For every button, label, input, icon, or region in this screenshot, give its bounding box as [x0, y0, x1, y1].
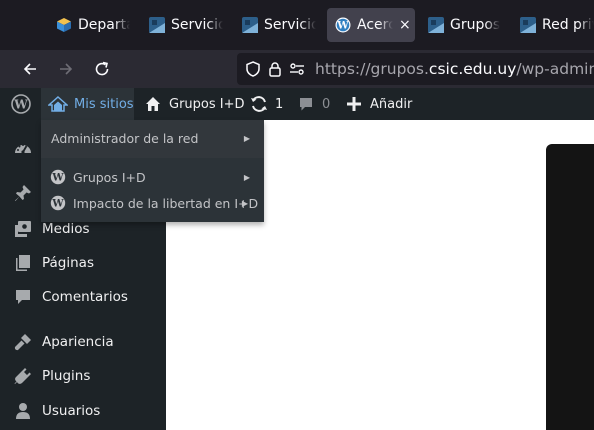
- updates-count: 1: [275, 96, 284, 112]
- servicio-favicon: [149, 17, 165, 33]
- tab-title: Acerc: [357, 17, 393, 33]
- my-sites-icon: [48, 96, 68, 112]
- tab-title: Grupos: [450, 17, 501, 33]
- back-arrow-icon: [23, 63, 36, 75]
- url-domain: csic.edu.uy: [428, 60, 517, 78]
- tab-title: Red priv: [542, 17, 594, 33]
- plugins-icon: [13, 366, 33, 386]
- site-item-label: Grupos I+D: [73, 169, 146, 185]
- home-icon: [146, 97, 160, 111]
- site-name-menu[interactable]: Grupos I+D: [145, 88, 245, 120]
- wp-logo-menu[interactable]: W: [0, 88, 41, 120]
- appearance-icon: [13, 332, 33, 352]
- browser-tab-strip: Departa Servicio Servicio W Acerc × Grup…: [0, 0, 594, 50]
- browser-tab-departamento[interactable]: Departa: [56, 8, 130, 42]
- browser-tab-acerca-active[interactable]: W Acerc ×: [327, 8, 415, 42]
- svg-text:W: W: [51, 199, 64, 210]
- menu-label: Comentarios: [42, 289, 128, 305]
- svg-text:W: W: [51, 173, 64, 184]
- departamento-favicon: [57, 18, 71, 32]
- site-item-label: Impacto de la libertad en I+D: [73, 195, 259, 211]
- media-icon: [13, 219, 33, 239]
- svg-text:W: W: [13, 97, 28, 111]
- menu-item-appearance[interactable]: Apariencia: [0, 325, 166, 359]
- comment-bubble-icon: [300, 98, 312, 111]
- network-admin-item[interactable]: Administrador de la red ▶: [41, 120, 264, 158]
- my-sites-label: Mis sitios: [74, 96, 134, 112]
- forward-button[interactable]: [52, 55, 80, 83]
- tab-title: Servicio: [264, 17, 316, 33]
- tab-title: Departa: [78, 17, 130, 33]
- comments-count: 0: [322, 96, 331, 112]
- lock-icon[interactable]: [267, 60, 283, 78]
- browser-tab-servicio-1[interactable]: Servicio: [149, 8, 223, 42]
- browser-tab-grupos[interactable]: Grupos: [428, 8, 502, 42]
- network-admin-label: Administrador de la red: [51, 131, 199, 146]
- reload-icon: [95, 61, 109, 76]
- servicio-favicon: [242, 17, 258, 33]
- svg-text:W: W: [336, 21, 349, 32]
- browser-tab-red[interactable]: Red priv: [520, 8, 594, 42]
- menu-item-users[interactable]: Usuarios: [0, 394, 166, 428]
- users-icon: [13, 401, 33, 421]
- pin-icon: [13, 183, 33, 203]
- menu-label: Medios: [42, 221, 90, 237]
- back-button[interactable]: [16, 55, 44, 83]
- menu-label: Páginas: [42, 255, 94, 271]
- menu-label: Usuarios: [42, 403, 101, 419]
- menu-item-pages[interactable]: Páginas: [0, 246, 166, 280]
- tab-title: Servicio: [171, 17, 223, 33]
- plus-icon: [347, 97, 361, 111]
- my-sites-dropdown: Administrador de la red ▶ W Grupos I+D ▶…: [41, 120, 264, 222]
- site-item-impacto[interactable]: W Impacto de la libertad en I+D ▶: [41, 191, 264, 215]
- updates-icon: [251, 96, 267, 112]
- url-bar[interactable]: https://grupos.csic.edu.uy/wp-admin/al: [237, 53, 594, 85]
- menu-label: Apariencia: [42, 334, 114, 350]
- comments-menu[interactable]: 0: [298, 88, 330, 120]
- submenu-arrow-icon: ▶: [243, 134, 250, 143]
- updates-menu[interactable]: 1: [250, 88, 283, 120]
- menu-label: Plugins: [42, 368, 91, 384]
- url-prefix: https://grupos.: [315, 60, 429, 78]
- pages-icon: [13, 253, 33, 273]
- wp-admin-bar: W Mis sitios Grupos I+D 1 0 Añadir: [0, 88, 594, 120]
- close-tab-icon[interactable]: ×: [399, 17, 411, 33]
- site-name-label: Grupos I+D: [169, 96, 245, 112]
- grupos-favicon: [428, 17, 444, 33]
- add-new-label: Añadir: [370, 96, 413, 112]
- reload-button[interactable]: [88, 55, 116, 83]
- tracking-protection-shield-icon[interactable]: [245, 60, 261, 78]
- permissions-icon[interactable]: [289, 60, 305, 78]
- wordpress-icon: W: [335, 17, 351, 33]
- add-new-menu[interactable]: Añadir: [347, 88, 412, 120]
- url-text: https://grupos.csic.edu.uy/wp-admin/al: [315, 60, 594, 78]
- site-item-grupos[interactable]: W Grupos I+D ▶: [41, 165, 264, 189]
- comments-icon: [13, 287, 33, 307]
- dashboard-icon: [13, 139, 33, 159]
- browser-navbar: https://grupos.csic.edu.uy/wp-admin/al: [0, 50, 594, 88]
- forward-arrow-icon: [60, 63, 73, 75]
- red-favicon: [520, 17, 536, 33]
- wordpress-site-icon: W: [50, 169, 66, 185]
- url-path: /wp-admin/al: [516, 60, 594, 78]
- wordpress-logo-icon: W: [10, 94, 31, 114]
- submenu-arrow-icon: ▶: [243, 172, 250, 182]
- submenu-arrow-icon: ▶: [241, 198, 248, 208]
- browser-tab-servicio-2[interactable]: Servicio: [242, 8, 316, 42]
- my-sites-menu[interactable]: Mis sitios: [41, 88, 134, 120]
- menu-item-comments[interactable]: Comentarios: [0, 280, 166, 314]
- menu-item-plugins[interactable]: Plugins: [0, 359, 166, 393]
- dark-content-panel: [546, 144, 594, 430]
- wordpress-site-icon: W: [50, 195, 66, 211]
